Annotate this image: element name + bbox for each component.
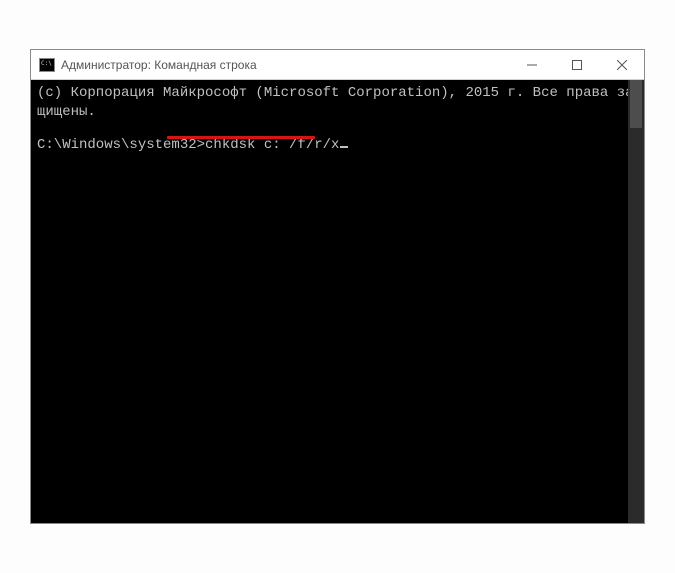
command-prompt-window: Администратор: Командная строка (c) Корп… <box>30 49 645 524</box>
window-title: Администратор: Командная строка <box>61 58 509 72</box>
prompt-line: C:\Windows\system32>chkdsk c: /f/r/x <box>37 136 638 155</box>
close-icon <box>617 60 627 70</box>
minimize-icon <box>527 60 537 70</box>
close-button[interactable] <box>599 50 644 79</box>
minimize-button[interactable] <box>509 50 554 79</box>
prompt-text: C:\Windows\system32> <box>37 137 205 153</box>
window-controls <box>509 50 644 79</box>
titlebar[interactable]: Администратор: Командная строка <box>31 50 644 80</box>
maximize-icon <box>572 60 582 70</box>
cmd-icon <box>39 58 55 72</box>
maximize-button[interactable] <box>554 50 599 79</box>
terminal-body[interactable]: (c) Корпорация Майкрософт (Microsoft Cor… <box>31 80 644 523</box>
text-cursor <box>340 146 348 148</box>
red-underline-annotation <box>167 136 315 139</box>
copyright-text: (c) Корпорация Майкрософт (Microsoft Cor… <box>37 84 638 122</box>
scrollbar-thumb[interactable] <box>630 80 642 128</box>
vertical-scrollbar[interactable] <box>628 80 644 523</box>
command-text: chkdsk c: /f/r/x <box>205 137 339 153</box>
